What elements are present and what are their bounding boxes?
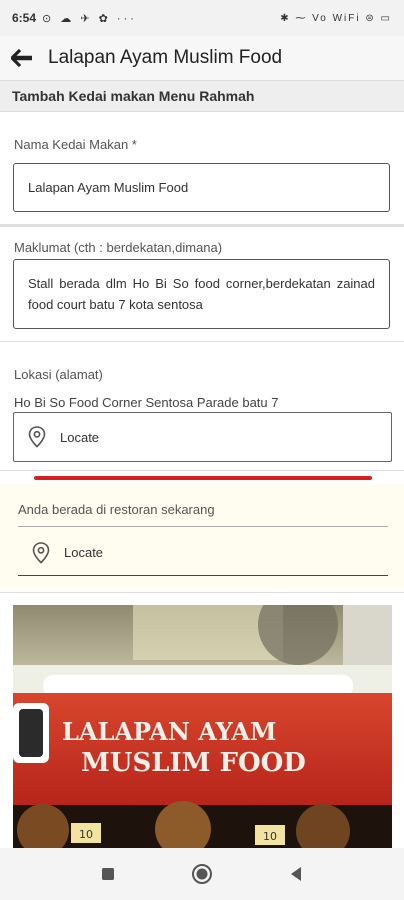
info-field-label: Maklumat (cth : berdekatan,dimana) bbox=[14, 240, 223, 255]
back-button[interactable] bbox=[0, 36, 44, 80]
restaurant-photo-image: LALAPAN AYAM MUSLIM FOOD 10 10 bbox=[13, 605, 392, 850]
locate-label: Locate bbox=[60, 429, 100, 445]
system-nav-bar bbox=[0, 848, 404, 900]
location-address-value: Ho Bi So Food Corner Sentosa Parade batu… bbox=[14, 395, 279, 410]
price-tag-2: 10 bbox=[263, 830, 277, 843]
locate-button[interactable]: Locate bbox=[13, 412, 392, 462]
restaurant-locate-label: Locate bbox=[64, 545, 104, 560]
app-bar: Lalapan Ayam Muslim Food bbox=[0, 36, 404, 80]
current-restaurant-label: Anda berada di restoran sekarang bbox=[18, 502, 215, 517]
info-field-value: Stall berada dlm Ho Bi So food corner,be… bbox=[28, 276, 375, 312]
status-time: 6:54 bbox=[12, 11, 37, 25]
restaurant-photo[interactable]: LALAPAN AYAM MUSLIM FOOD 10 10 bbox=[13, 605, 392, 850]
location-pin-icon bbox=[28, 426, 46, 448]
divider bbox=[0, 592, 404, 593]
triangle-back-icon bbox=[291, 867, 301, 881]
square-icon bbox=[102, 868, 114, 880]
current-restaurant-panel: Anda berada di restoran sekarang Locate bbox=[0, 484, 404, 590]
divider bbox=[0, 470, 404, 471]
name-field-label: Nama Kedai Makan * bbox=[14, 137, 137, 152]
price-tag-1: 10 bbox=[79, 828, 93, 841]
home-button[interactable] bbox=[190, 862, 214, 886]
progress-indicator bbox=[34, 476, 372, 480]
divider bbox=[0, 341, 404, 342]
back-nav-button[interactable] bbox=[284, 862, 308, 886]
system-status-icons: ✱ ⁓ Vo WiFi ⊜ ▭ bbox=[280, 12, 392, 24]
home-circle-icon bbox=[192, 864, 212, 884]
notification-icons: ⊙ ☁ ✈ ✿ ··· bbox=[42, 12, 137, 25]
divider bbox=[0, 224, 404, 227]
arrow-left-icon bbox=[11, 49, 32, 67]
name-field[interactable]: Lalapan Ayam Muslim Food bbox=[13, 163, 390, 212]
restaurant-locate-button[interactable]: Locate bbox=[18, 530, 388, 576]
sign-line-2: MUSLIM FOOD bbox=[81, 748, 306, 778]
info-field[interactable]: Stall berada dlm Ho Bi So food corner,be… bbox=[13, 259, 390, 329]
location-pin-icon bbox=[32, 541, 50, 564]
divider bbox=[18, 526, 388, 527]
sign-line-1: LALAPAN AYAM bbox=[62, 717, 276, 746]
page-title: Lalapan Ayam Muslim Food bbox=[48, 47, 283, 68]
recent-apps-button[interactable] bbox=[96, 862, 120, 886]
status-bar: 6:54 ⊙ ☁ ✈ ✿ ··· ✱ ⁓ Vo WiFi ⊜ ▭ bbox=[0, 0, 404, 36]
location-field-label: Lokasi (alamat) bbox=[14, 367, 103, 382]
name-field-value: Lalapan Ayam Muslim Food bbox=[28, 180, 189, 195]
section-header: Tambah Kedai makan Menu Rahmah bbox=[0, 80, 404, 112]
